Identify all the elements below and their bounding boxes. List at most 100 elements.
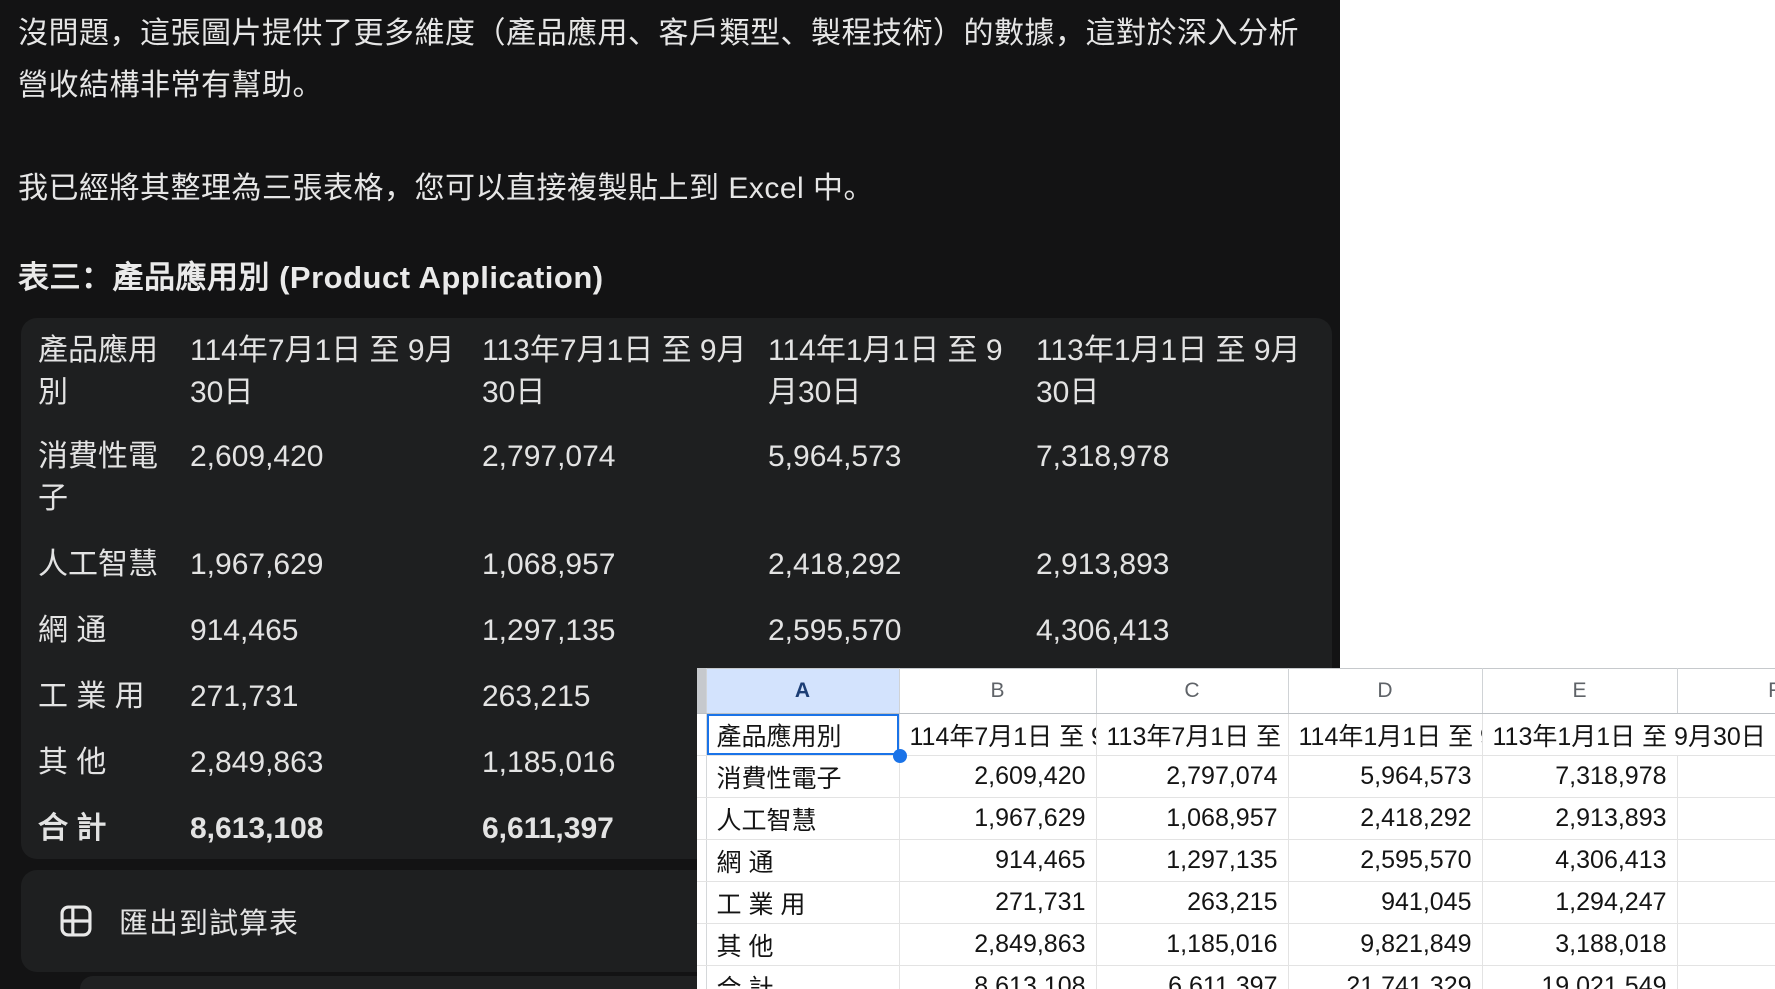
sheet-cell-a3[interactable]: 人工智慧 [706,797,900,840]
sheet-cell-b5[interactable]: 271,731 [899,881,1097,924]
column-header-e[interactable]: E [1482,668,1678,714]
row-header-sliver[interactable] [697,797,707,840]
sheet-cell-d4[interactable]: 2,595,570 [1288,839,1483,882]
export-button-label: 匯出到試算表 [119,908,300,940]
sheet-cell-f4[interactable] [1677,839,1775,882]
revenue-row-label: 網 通 [38,614,107,647]
column-header-f[interactable]: F [1677,668,1775,714]
revenue-row-label: 消費性電子 [38,440,158,515]
revenue-header-row: 產品應用別 114年7月1日 至 9月30日 113年7月1日 至 9月30日 … [38,324,1318,424]
row-header-sliver[interactable] [697,881,707,924]
sheet-corner-sliver[interactable] [697,668,707,714]
column-header-c[interactable]: C [1096,668,1289,714]
sheet-row-2: 消費性電子 2,609,420 2,797,074 5,964,573 7,31… [697,755,1775,798]
revenue-cell: 271,731 [190,680,299,713]
sheet-cell-d5[interactable]: 941,045 [1288,881,1483,924]
revenue-row-ai: 人工智慧 1,967,629 1,068,957 2,418,292 2,913… [38,532,1318,598]
assistant-message-2: 我已經將其整理為三張表格，您可以直接複製貼上到 Excel 中。 [18,172,875,205]
revenue-cell: 2,797,074 [482,440,616,473]
sheet-cell-d6[interactable]: 9,821,849 [1288,923,1483,966]
revenue-cell: 2,849,863 [190,746,324,779]
revenue-cell: 914,465 [190,614,299,647]
sheet-cell-a2[interactable]: 消費性電子 [706,755,900,798]
revenue-row-label: 合 計 [38,812,107,845]
screen: 沒問題，這張圖片提供了更多維度（產品應用、客戶類型、製程技術）的數據，這對於深入… [0,0,1775,989]
sheet-cell-c7[interactable]: 6,611,397 [1096,965,1289,989]
spreadsheet-window: A B C D E F 產品應用別 114年7月1日 至 9月30日 113年7… [697,668,1775,989]
sheet-row-3: 人工智慧 1,967,629 1,068,957 2,418,292 2,913… [697,797,1775,840]
revenue-row-label: 其 他 [38,746,107,779]
spreadsheet-grid: A B C D E F 產品應用別 114年7月1日 至 9月30日 113年7… [697,668,1775,989]
sheet-cell-c6[interactable]: 1,185,016 [1096,923,1289,966]
row-header-sliver[interactable] [697,923,707,966]
sheet-cell-e5[interactable]: 1,294,247 [1482,881,1678,924]
sheet-cell-a7[interactable]: 合 計 [706,965,900,989]
sheet-cell-c3[interactable]: 1,068,957 [1096,797,1289,840]
sheet-cell-b6[interactable]: 2,849,863 [899,923,1097,966]
revenue-col-header-9m-113: 113年1月1日 至 9月30日 [1036,334,1301,409]
sheet-cell-f6[interactable] [1677,923,1775,966]
sheet-cell-a5[interactable]: 工 業 用 [706,881,900,924]
sheet-row-7: 合 計 8,613,108 6,611,397 21,741,329 19,02… [697,965,1775,989]
revenue-cell: 8,613,108 [190,812,324,845]
revenue-col-header-q3-113: 113年7月1日 至 9月30日 [482,334,747,409]
column-header-b[interactable]: B [899,668,1097,714]
row-header-sliver[interactable] [697,713,707,756]
column-header-d[interactable]: D [1288,668,1483,714]
sheet-cell-a4[interactable]: 網 通 [706,839,900,882]
sheet-column-letters-row: A B C D E F [697,668,1775,714]
sheet-cell-e3[interactable]: 2,913,893 [1482,797,1678,840]
sheet-row-5: 工 業 用 271,731 263,215 941,045 1,294,247 [697,881,1775,924]
sheet-cell-e2[interactable]: 7,318,978 [1482,755,1678,798]
sheet-cell-c4[interactable]: 1,297,135 [1096,839,1289,882]
revenue-cell: 7,318,978 [1036,440,1170,473]
sheet-cell-f3[interactable] [1677,797,1775,840]
revenue-cell: 2,418,292 [768,548,902,581]
sheet-cell-c2[interactable]: 2,797,074 [1096,755,1289,798]
table-grid-icon [60,905,92,937]
revenue-cell: 5,964,573 [768,440,902,473]
revenue-cell: 1,967,629 [190,548,324,581]
revenue-col-header-9m-114: 114年1月1日 至 9月30日 [768,334,1003,409]
sheet-cell-b7[interactable]: 8,613,108 [899,965,1097,989]
sheet-cell-a6[interactable]: 其 他 [706,923,900,966]
revenue-row-label: 人工智慧 [38,548,158,581]
revenue-cell: 1,297,135 [482,614,616,647]
sheet-cell-f5[interactable] [1677,881,1775,924]
assistant-message-1: 沒問題，這張圖片提供了更多維度（產品應用、客戶類型、製程技術）的數據，這對於深入… [18,17,1299,102]
sheet-cell-e4[interactable]: 4,306,413 [1482,839,1678,882]
revenue-col-header-category: 產品應用別 [38,334,158,409]
sheet-cell-e1[interactable]: 113年1月1日 至 9月30日 [1482,713,1766,756]
revenue-cell: 4,306,413 [1036,614,1170,647]
revenue-col-header-q3-114: 114年7月1日 至 9月30日 [190,334,455,409]
revenue-row-networking: 網 通 914,465 1,297,135 2,595,570 4,306,41… [38,598,1318,664]
fill-handle[interactable] [892,749,907,763]
sheet-cell-b3[interactable]: 1,967,629 [899,797,1097,840]
sheet-cell-c1[interactable]: 113年7月1日 至 9月30日 [1096,713,1289,756]
table3-heading: 表三：產品應用別 (Product Application) [18,260,604,295]
revenue-cell: 2,913,893 [1036,548,1170,581]
sheet-cell-b4[interactable]: 914,465 [899,839,1097,882]
sheet-cell-d1[interactable]: 114年1月1日 至 9月30日 [1288,713,1483,756]
sheet-cell-f2[interactable] [1677,755,1775,798]
revenue-cell: 2,595,570 [768,614,902,647]
sheet-cell-d3[interactable]: 2,418,292 [1288,797,1483,840]
revenue-row-consumer: 消費性電子 2,609,420 2,797,074 5,964,573 7,31… [38,424,1318,532]
sheet-cell-d7[interactable]: 21,741,329 [1288,965,1483,989]
sheet-cell-b2[interactable]: 2,609,420 [899,755,1097,798]
sheet-cell-b1[interactable]: 114年7月1日 至 9月30日 [899,713,1097,756]
sheet-cell-c5[interactable]: 263,215 [1096,881,1289,924]
sheet-cell-e6[interactable]: 3,188,018 [1482,923,1678,966]
column-header-a[interactable]: A [706,668,900,714]
row-header-sliver[interactable] [697,965,707,989]
row-header-sliver[interactable] [697,839,707,882]
sheet-cell-f7[interactable] [1677,965,1775,989]
revenue-cell: 2,609,420 [190,440,324,473]
revenue-cell: 1,068,957 [482,548,616,581]
cell-a1-selected[interactable]: 產品應用別 [706,713,907,763]
cell-a1-value: 產品應用別 [716,722,842,751]
row-header-sliver[interactable] [697,755,707,798]
sheet-cell-d2[interactable]: 5,964,573 [1288,755,1483,798]
revenue-row-label: 工 業 用 [38,680,145,713]
sheet-cell-e7[interactable]: 19,021,549 [1482,965,1678,989]
